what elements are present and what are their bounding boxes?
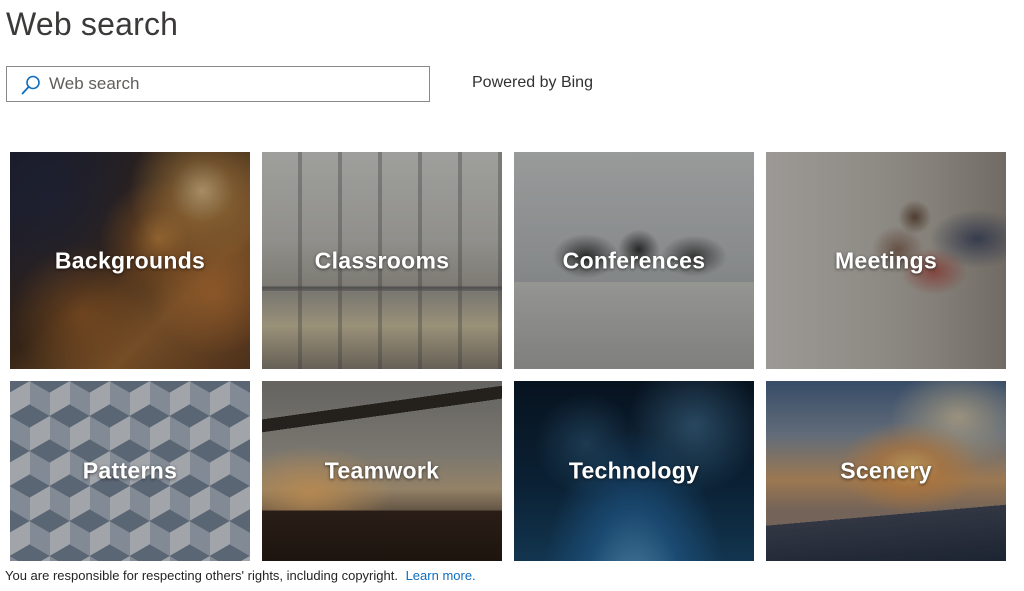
tile-label: Teamwork — [324, 457, 440, 484]
search-box[interactable] — [6, 66, 430, 102]
tile-patterns[interactable]: Patterns — [10, 381, 250, 561]
tile-classrooms[interactable]: Classrooms — [262, 152, 502, 369]
search-icon — [20, 74, 42, 96]
tile-label: Scenery — [840, 457, 932, 484]
tile-teamwork[interactable]: Teamwork — [262, 381, 502, 561]
tile-backgrounds[interactable]: Backgrounds — [10, 152, 250, 369]
copyright-notice: You are responsible for respecting other… — [5, 567, 476, 585]
image-category-grid: Backgrounds Classrooms Conferences Meeti… — [10, 152, 1006, 561]
learn-more-link[interactable]: Learn more. — [406, 568, 476, 583]
tile-technology[interactable]: Technology — [514, 381, 754, 561]
copyright-notice-text: You are responsible for respecting other… — [5, 568, 398, 583]
tile-scenery[interactable]: Scenery — [766, 381, 1006, 561]
tile-conferences[interactable]: Conferences — [514, 152, 754, 369]
powered-by-bing: Powered by Bing — [472, 74, 593, 91]
search-input[interactable] — [49, 67, 419, 101]
tile-label: Conferences — [562, 247, 706, 273]
tile-label: Technology — [568, 457, 700, 484]
tile-label: Patterns — [82, 457, 178, 484]
web-search-page: Web search Powered by Bing Backgrounds C… — [0, 0, 1024, 591]
tile-label: Classrooms — [314, 247, 450, 273]
page-title: Web search — [6, 6, 179, 42]
tile-label: Backgrounds — [54, 247, 206, 273]
tile-label: Meetings — [834, 247, 938, 273]
tile-meetings[interactable]: Meetings — [766, 152, 1006, 369]
